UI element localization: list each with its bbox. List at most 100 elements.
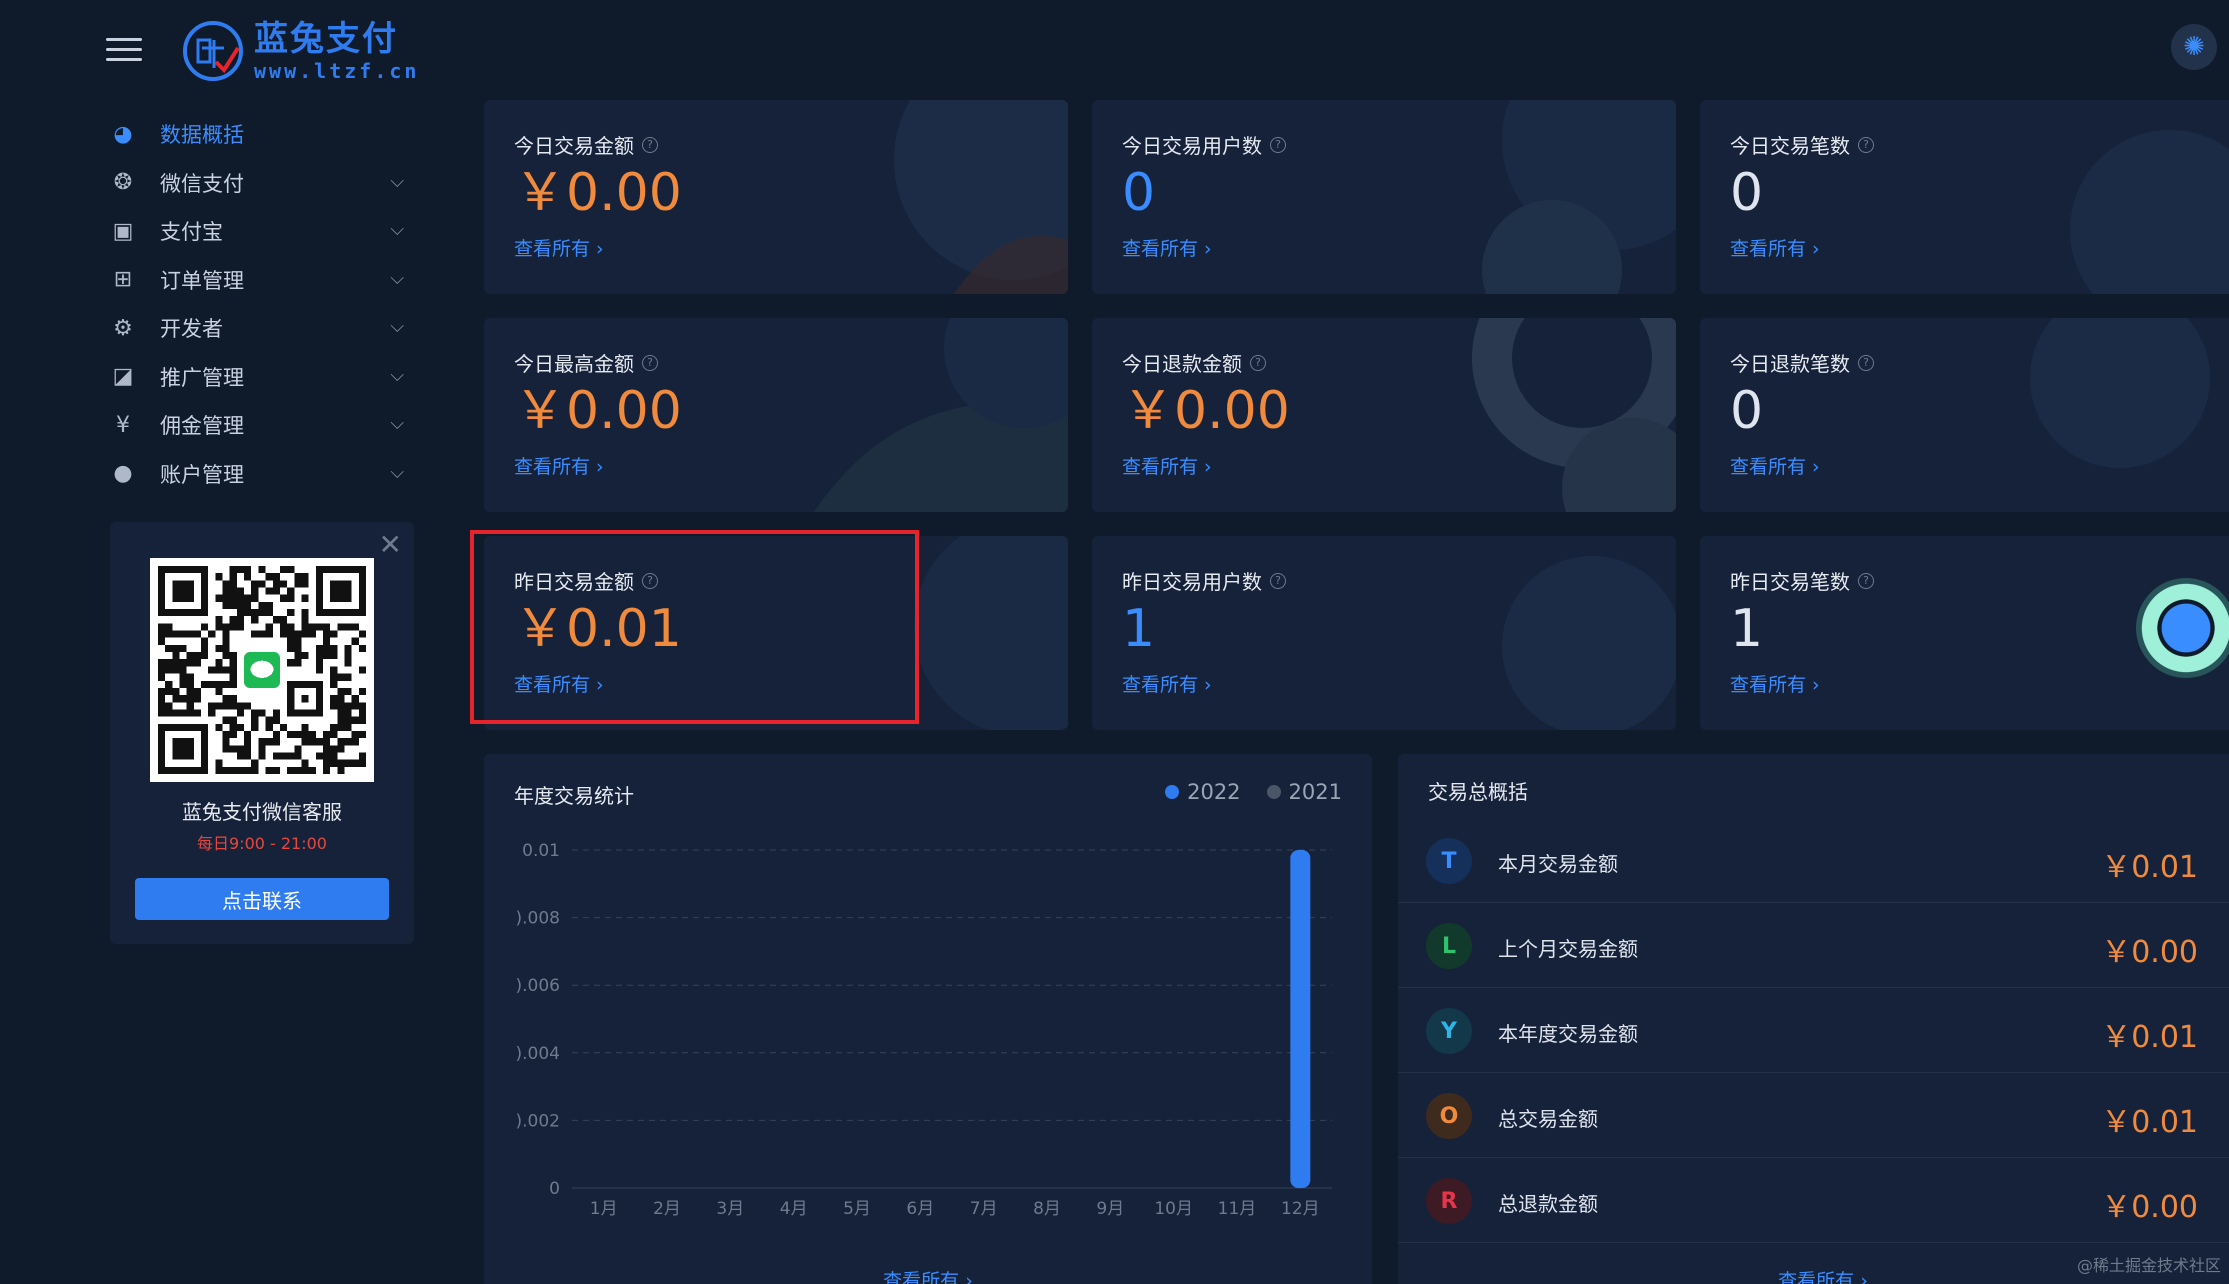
- summary-row: Y 本年度交易金额 ￥0.01: [1398, 988, 2229, 1073]
- summary-row: L 上个月交易金额 ￥0.00: [1398, 903, 2229, 988]
- summary-label: 本年度交易金额: [1498, 1022, 1638, 1046]
- stat-value: 1: [1122, 599, 1156, 659]
- stat-label: 今日最高金额: [514, 352, 634, 376]
- sidebar-item-label: 账户管理: [160, 462, 244, 487]
- stat-card-yesterday-amount: 昨日交易金额? ￥0.01 查看所有 ›: [484, 536, 1068, 730]
- chevron-down-icon: ⌵: [390, 170, 404, 192]
- summary-label: 上个月交易金额: [1498, 937, 1638, 961]
- x-tick-label: 5月: [843, 1199, 871, 1219]
- pie-chart-icon: ◕: [113, 121, 133, 147]
- x-tick-label: 1月: [590, 1199, 618, 1219]
- x-tick-label: 11月: [1218, 1199, 1257, 1219]
- stat-value: ￥0.00: [514, 381, 682, 441]
- stat-card-today-transactions: 今日交易笔数? 0 查看所有 ›: [1700, 100, 2229, 294]
- annual-stats-panel: 年度交易统计 2022 2021 0).002).004).006).008 0.…: [484, 754, 1372, 1284]
- stat-label: 今日交易用户数: [1122, 134, 1262, 158]
- stat-card-yesterday-users: 昨日交易用户数? 1 查看所有 ›: [1092, 536, 1676, 730]
- sidebar-item-commission[interactable]: ¥ 佣金管理 ⌵: [100, 401, 420, 450]
- summary-row: O 总交易金额 ￥0.01: [1398, 1073, 2229, 1158]
- help-icon[interactable]: ?: [1858, 136, 1874, 153]
- view-all-link[interactable]: 查看所有 ›: [1730, 234, 1820, 261]
- stat-card-today-users: 今日交易用户数? 0 查看所有 ›: [1092, 100, 1676, 294]
- transaction-summary-panel: 交易总概括 T 本月交易金额 ￥0.01 L 上个月交易金额 ￥0.00 Y 本年度交易金额 ￥…: [1398, 754, 2229, 1284]
- letter-badge-icon: R: [1426, 1178, 1472, 1224]
- contact-button[interactable]: 点击联系: [135, 878, 389, 920]
- brand-logo[interactable]: 蓝兔支付 www.ltzf.cn: [180, 16, 419, 86]
- x-tick-label: 3月: [716, 1199, 744, 1219]
- sidebar-nav: ◕ 数据概括 ❂ 微信支付 ⌵ ▣ 支付宝 ⌵ ⊞ 订单管理 ⌵ ⚙ 开发者 ⌵…: [100, 110, 420, 498]
- summary-value: ￥0.00: [2101, 935, 2198, 970]
- help-icon[interactable]: ?: [642, 354, 658, 371]
- sidebar-item-label: 支付宝: [160, 220, 223, 245]
- floating-action-icon[interactable]: [2136, 578, 2229, 678]
- y-tick-label: 0: [549, 1179, 560, 1199]
- settings-gear-icon[interactable]: ✺: [2171, 24, 2217, 70]
- view-all-link[interactable]: 查看所有 ›: [1122, 234, 1212, 261]
- sidebar-item-developer[interactable]: ⚙ 开发者 ⌵: [100, 304, 420, 353]
- view-all-link[interactable]: 查看所有 ›: [1122, 670, 1212, 697]
- letter-badge-icon: L: [1426, 923, 1472, 969]
- summary-row: T 本月交易金额 ￥0.01: [1398, 818, 2229, 903]
- y-tick-label: ).008: [516, 909, 560, 929]
- support-card: ✕ 蓝兔支付微信客服 每日9:00 - 21:00 点击联系: [110, 522, 414, 944]
- sidebar-item-orders[interactable]: ⊞ 订单管理 ⌵: [100, 256, 420, 305]
- stat-label: 昨日交易金额: [514, 570, 634, 594]
- support-name: 蓝兔支付微信客服: [182, 800, 342, 824]
- view-all-link[interactable]: 查看所有 ›: [484, 1266, 1372, 1284]
- bar-2022-12月[interactable]: [1290, 850, 1311, 1188]
- stat-value: 0: [1730, 381, 1764, 441]
- summary-label: 总交易金额: [1498, 1107, 1598, 1131]
- x-tick-label: 4月: [780, 1199, 808, 1219]
- help-icon[interactable]: ?: [1270, 572, 1286, 589]
- summary-value: ￥0.01: [2101, 1020, 2198, 1055]
- summary-label: 本月交易金额: [1498, 852, 1618, 876]
- view-all-link[interactable]: 查看所有 ›: [1730, 452, 1820, 479]
- y-tick-label: 0.01: [522, 841, 560, 861]
- x-tick-label: 6月: [906, 1199, 934, 1219]
- summary-value: ￥0.00: [2101, 1190, 2198, 1225]
- help-icon[interactable]: ?: [642, 136, 658, 153]
- sidebar-item-promotion[interactable]: ◪ 推广管理 ⌵: [100, 353, 420, 402]
- wechat-icon: ❂: [113, 170, 133, 196]
- stat-value: 0: [1122, 163, 1156, 223]
- sidebar-item-label: 数据概括: [160, 123, 244, 148]
- sidebar-item-overview[interactable]: ◕ 数据概括: [100, 110, 420, 159]
- stat-value: ￥0.00: [514, 163, 682, 223]
- view-all-link[interactable]: 查看所有 ›: [514, 234, 604, 261]
- yen-icon: ¥: [116, 412, 130, 438]
- hamburger-menu-icon[interactable]: [106, 38, 142, 64]
- view-all-link[interactable]: 查看所有 ›: [1122, 452, 1212, 479]
- stat-value: ￥0.01: [514, 599, 682, 659]
- view-all-link[interactable]: 查看所有 ›: [1730, 670, 1820, 697]
- summary-value: ￥0.01: [2101, 1105, 2198, 1140]
- help-icon[interactable]: ?: [1270, 136, 1286, 153]
- developer-icon: ⚙: [113, 315, 133, 341]
- stat-card-today-max-amount: 今日最高金额? ￥0.00 查看所有 ›: [484, 318, 1068, 512]
- x-tick-label: 10月: [1154, 1199, 1193, 1219]
- sidebar-item-label: 佣金管理: [160, 414, 244, 439]
- user-icon: ●: [113, 461, 133, 487]
- brand-url: www.ltzf.cn: [254, 59, 420, 83]
- stat-label: 今日交易笔数: [1730, 134, 1850, 158]
- summary-value: ￥0.01: [2101, 850, 2198, 885]
- y-tick-label: ).002: [516, 1111, 560, 1131]
- sidebar-item-label: 开发者: [160, 317, 223, 342]
- close-icon[interactable]: ✕: [379, 528, 402, 561]
- sidebar-item-alipay[interactable]: ▣ 支付宝 ⌵: [100, 207, 420, 256]
- view-all-link[interactable]: 查看所有 ›: [514, 670, 604, 697]
- help-icon[interactable]: ?: [1250, 354, 1266, 371]
- sidebar-item-wechat-pay[interactable]: ❂ 微信支付 ⌵: [100, 159, 420, 208]
- chevron-down-icon: ⌵: [390, 219, 404, 240]
- help-icon[interactable]: ?: [1858, 354, 1874, 371]
- sidebar-item-account[interactable]: ● 账户管理 ⌵: [100, 450, 420, 499]
- help-icon[interactable]: ?: [642, 572, 658, 589]
- stat-value: 1: [1730, 599, 1764, 659]
- help-icon[interactable]: ?: [1858, 572, 1874, 589]
- y-tick-label: ).004: [516, 1044, 560, 1064]
- sidebar-item-label: 推广管理: [160, 365, 244, 390]
- stat-card-today-refund-count: 今日退款笔数? 0 查看所有 ›: [1700, 318, 2229, 512]
- x-tick-label: 8月: [1033, 1199, 1061, 1219]
- rabbit-logo-icon: [183, 21, 243, 81]
- panel-title: 交易总概括: [1428, 780, 1528, 804]
- view-all-link[interactable]: 查看所有 ›: [514, 452, 604, 479]
